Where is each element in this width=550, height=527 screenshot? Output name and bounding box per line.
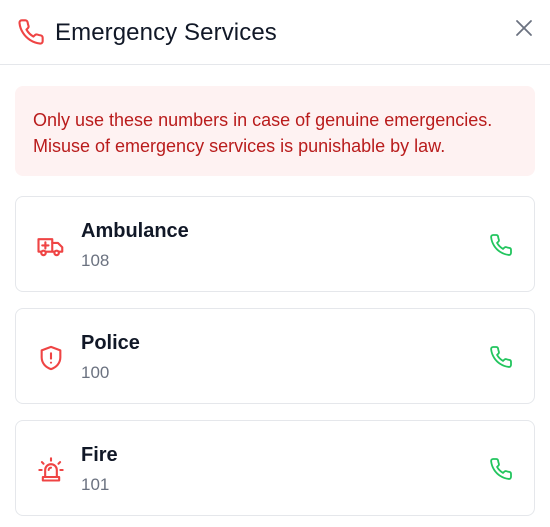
service-card-police[interactable]: Police 100 <box>15 308 535 404</box>
phone-icon <box>16 17 46 47</box>
phone-icon <box>490 346 512 368</box>
siren-icon <box>36 455 66 485</box>
call-police-button[interactable] <box>486 342 516 372</box>
warning-text-line1: Only use these numbers in case of genuin… <box>33 110 493 130</box>
ambulance-icon <box>36 231 66 261</box>
service-name: Fire <box>81 444 118 466</box>
service-card-fire[interactable]: Fire 101 <box>15 420 535 516</box>
service-number: 100 <box>81 363 110 382</box>
dialog-title: Emergency Services <box>55 19 277 46</box>
call-ambulance-button[interactable] <box>486 230 516 260</box>
warning-banner: Only use these numbers in case of genuin… <box>15 86 535 176</box>
phone-icon <box>490 234 512 256</box>
warning-text-line2: Misuse of emergency services is punishab… <box>33 136 446 156</box>
close-icon <box>516 20 532 36</box>
call-fire-button[interactable] <box>486 454 516 484</box>
service-name: Police <box>81 332 140 354</box>
service-name: Ambulance <box>81 220 189 242</box>
shield-alert-icon <box>36 343 66 373</box>
dialog-header: Emergency Services <box>0 0 550 65</box>
phone-icon <box>490 458 512 480</box>
service-card-ambulance[interactable]: Ambulance 108 <box>15 196 535 292</box>
emergency-services-dialog: Emergency Services Only use these number… <box>0 0 550 527</box>
close-button[interactable] <box>514 16 534 40</box>
service-number: 108 <box>81 251 110 270</box>
service-number: 101 <box>81 475 110 494</box>
